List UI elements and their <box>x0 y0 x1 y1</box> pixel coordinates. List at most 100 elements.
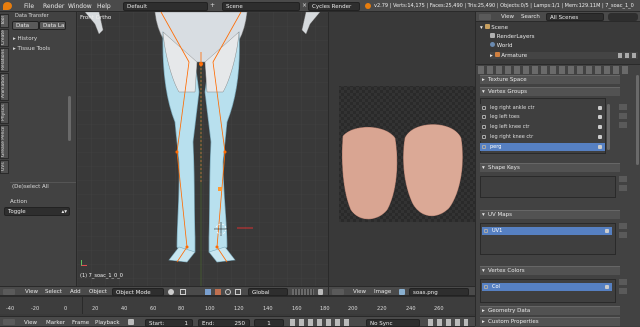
tab-relations[interactable]: Relations <box>0 48 9 72</box>
lock-icon[interactable] <box>598 125 602 129</box>
playback-controls[interactable] <box>290 319 350 326</box>
image-editor[interactable] <box>328 12 475 286</box>
timeline[interactable]: -40 -20 0 20 40 60 80 100 120 140 160 18… <box>0 296 475 327</box>
custom-properties-panel-header[interactable]: Custom Properties <box>480 317 620 326</box>
scene-close-icon[interactable]: × <box>302 2 307 9</box>
timeline-tick: -40 <box>6 306 15 312</box>
outliner-type-icon[interactable] <box>479 14 491 20</box>
uv-maps-panel-header[interactable]: UV Maps <box>480 210 620 219</box>
tab-physics[interactable]: Physics <box>0 102 9 124</box>
vertex-color-side-buttons[interactable] <box>619 279 627 295</box>
timeline-menu-view[interactable]: View <box>24 320 37 326</box>
timeline-type-icon[interactable] <box>3 319 15 325</box>
menu-window[interactable]: Window <box>68 3 92 10</box>
lock-icon[interactable] <box>598 106 602 110</box>
tab-grease-pencil[interactable]: Grease Pencil <box>0 125 9 159</box>
render-engine-dropdown[interactable]: Cycles Render <box>308 2 360 11</box>
data-transfer-label: Data Transfer <box>15 13 49 19</box>
outliner-menu-view[interactable]: View <box>501 14 514 20</box>
viewport-menu-add[interactable]: Add <box>70 289 81 295</box>
viewport-menu-object[interactable]: Object <box>89 289 107 295</box>
outliner-item-world[interactable]: World <box>490 42 513 49</box>
texture-space-panel-header[interactable]: Texture Space <box>480 75 620 84</box>
image-editor-type-icon[interactable] <box>332 289 344 295</box>
image-menu-view[interactable]: View <box>353 289 366 295</box>
uv-side-buttons[interactable] <box>619 223 627 239</box>
tab-uvs[interactable]: UVs <box>0 160 9 174</box>
shape-keys-panel-header[interactable]: Shape Keys <box>480 163 620 172</box>
renderlayers-icon <box>490 33 495 38</box>
action-dropdown[interactable]: Toggle ▴▾ <box>4 207 70 216</box>
menu-file[interactable]: File <box>24 3 34 10</box>
vertex-group-item[interactable]: leg left toes <box>480 113 605 121</box>
layers-icon[interactable] <box>292 289 314 295</box>
lock-icon[interactable] <box>598 115 602 119</box>
shelf-scrollbar[interactable] <box>68 96 71 141</box>
outliner-menu-search[interactable]: Search <box>521 14 540 20</box>
vertex-group-scrollbar[interactable] <box>607 104 610 150</box>
vertex-group-side-buttons[interactable] <box>619 104 627 128</box>
timeline-tick: 120 <box>234 306 244 312</box>
mode-dropdown[interactable]: Object Mode <box>112 288 164 296</box>
vertex-color-item[interactable]: Col <box>482 283 612 291</box>
vertex-colors-panel-header[interactable]: Vertex Colors <box>480 266 620 275</box>
history-panel-header[interactable]: ▸ History <box>13 36 37 42</box>
editor-type-icon[interactable] <box>3 289 15 295</box>
viewport-menu-select[interactable]: Select <box>45 289 62 295</box>
lock-icon[interactable] <box>318 289 323 295</box>
uv-map-item[interactable]: UV1 <box>482 227 612 235</box>
visibility-icons[interactable] <box>618 53 636 58</box>
outliner-item-armature[interactable]: ▸ Armature <box>490 52 638 59</box>
menu-help[interactable]: Help <box>97 3 111 10</box>
outliner-item-renderlayers[interactable]: RenderLayers <box>490 33 535 40</box>
properties-context-tabs[interactable] <box>478 66 628 74</box>
menu-render[interactable]: Render <box>43 3 64 10</box>
lock-icon[interactable] <box>598 135 602 139</box>
layout-name: Default <box>127 4 148 10</box>
shading-icon[interactable] <box>168 289 174 295</box>
rotate-icon[interactable] <box>225 289 231 295</box>
vertex-group-item[interactable]: leg left knee ctr <box>480 123 605 131</box>
timeline-tick: 20 <box>92 306 99 312</box>
timeline-menu-playback[interactable]: Playback <box>95 320 120 326</box>
vertex-group-item-selected[interactable]: perg <box>480 143 605 151</box>
data-button[interactable]: Data <box>12 21 39 30</box>
camera-icon[interactable] <box>605 285 609 289</box>
tab-create[interactable]: Create <box>0 29 9 47</box>
data-layout-button[interactable]: Data La <box>39 21 66 30</box>
vertex-group-item[interactable]: leg right knee ctr <box>480 133 605 141</box>
timeline-ruler[interactable]: -40 -20 0 20 40 60 80 100 120 140 160 18… <box>0 297 475 314</box>
layout-add-icon[interactable]: + <box>210 2 217 10</box>
lock-icon[interactable] <box>598 145 602 149</box>
orientation-dropdown[interactable]: Global <box>248 288 288 296</box>
shape-key-side-buttons[interactable] <box>619 176 627 192</box>
timeline-menu-frame[interactable]: Frame <box>72 320 89 326</box>
camera-icon[interactable] <box>605 229 609 233</box>
scale-icon[interactable] <box>235 289 241 295</box>
translate-icon[interactable] <box>215 289 221 295</box>
pivot-icon[interactable] <box>180 289 186 295</box>
image-name-field[interactable]: soas.png <box>409 288 469 296</box>
geometry-data-panel-header[interactable]: Geometry Data <box>480 306 620 315</box>
operator-title: (De)select All <box>12 184 49 190</box>
manipulator-icon[interactable] <box>205 289 211 295</box>
viewport-3d[interactable]: Front Ortho (1) 7_soac_1_0_0 <box>77 12 328 286</box>
blender-logo-icon[interactable] <box>3 2 12 10</box>
outliner-item-scene[interactable]: ▾ Scene <box>480 24 508 31</box>
properties-scrollbar[interactable] <box>636 75 639 165</box>
vertex-group-item[interactable]: leg right ankle ctr <box>480 104 605 112</box>
timeline-menu-marker[interactable]: Marker <box>46 320 65 326</box>
outliner-filter-dropdown[interactable]: All Scenes <box>546 13 604 21</box>
tab-tool[interactable]: Tool <box>0 14 9 28</box>
outliner-search-icon[interactable] <box>608 13 638 21</box>
scene-dropdown[interactable]: Scene <box>222 2 300 11</box>
tissue-tools-panel-header[interactable]: ▸ Tissue Tools <box>13 46 50 52</box>
keying-icons[interactable] <box>428 319 468 326</box>
tab-animation[interactable]: Animation <box>0 73 9 101</box>
record-icon[interactable] <box>128 319 134 325</box>
viewport-menu-view[interactable]: View <box>25 289 38 295</box>
image-browse-icon[interactable] <box>399 289 405 295</box>
image-menu-image[interactable]: Image <box>374 289 391 295</box>
vertex-groups-panel-header[interactable]: Vertex Groups <box>480 87 620 96</box>
layout-dropdown[interactable]: Default <box>123 2 208 11</box>
